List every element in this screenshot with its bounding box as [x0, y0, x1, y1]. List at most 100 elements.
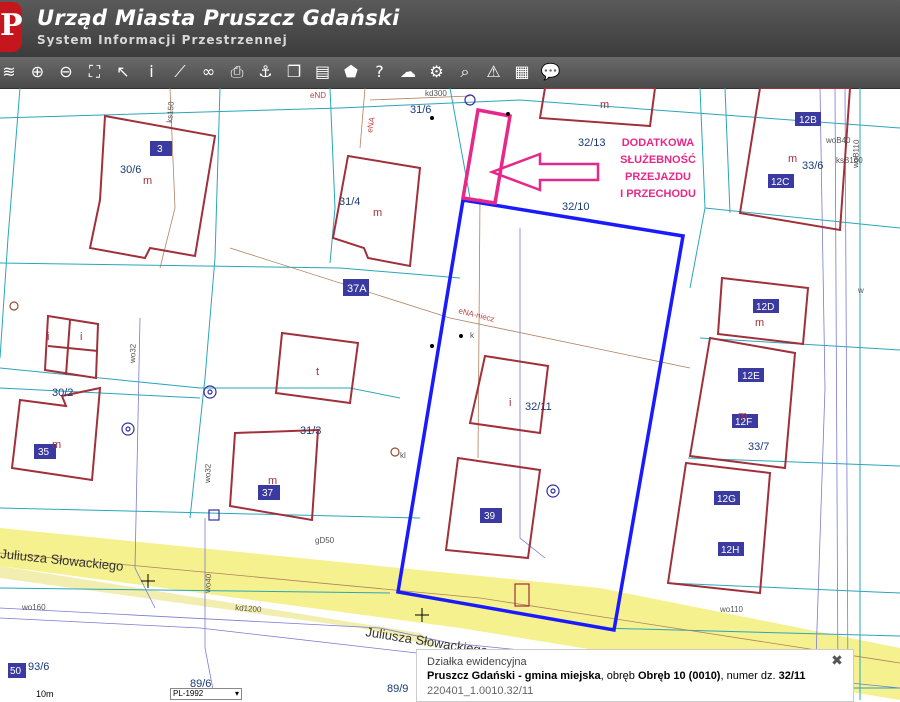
svg-text:kl: kl	[400, 451, 406, 460]
map-toolbar: ≋ ⊕ ⊖ ⛶ ↖ i ⟋ ∞ ⎙ ⚓ ❐ ▤ ⬟? ☁ ⚙ ⌕ ⚠ ▦ 💬	[0, 57, 900, 89]
svg-text:m: m	[373, 207, 382, 219]
svg-text:wo32: wo32	[128, 343, 138, 364]
svg-text:12H: 12H	[721, 545, 739, 556]
svg-text:33/6: 33/6	[802, 160, 823, 172]
info-panel-heading: Działka ewidencyjna	[427, 656, 527, 668]
svg-text:PRZEJAZDU: PRZEJAZDU	[625, 171, 691, 183]
svg-text:12D: 12D	[756, 302, 774, 313]
selected-parcel-32-11[interactable]	[395, 197, 686, 633]
select-pointer-icon[interactable]: ↖	[112, 61, 134, 83]
app-subtitle: System Informacji Przestrzennej	[37, 33, 288, 47]
svg-text:37: 37	[262, 488, 274, 499]
svg-text:m: m	[755, 317, 764, 329]
info-number-prefix: , numer dz.	[720, 670, 776, 682]
svg-text:ks150: ks150	[165, 101, 176, 124]
layout-icon[interactable]: ▤	[312, 61, 334, 83]
settings-icon[interactable]: ⚙	[426, 61, 448, 83]
info-icon[interactable]: i	[141, 61, 163, 83]
svg-text:kd1200: kd1200	[235, 603, 262, 614]
map-canvas[interactable]: Juliusza Słowackiego Juliusza Słowackieg…	[0, 88, 900, 700]
chevron-down-icon: ▾	[234, 689, 239, 698]
zoom-extent-icon[interactable]: ⛶	[84, 61, 106, 83]
svg-text:m: m	[52, 439, 61, 451]
svg-text:m: m	[268, 475, 277, 487]
print-icon[interactable]: ⎙	[226, 61, 248, 83]
zoom-in-icon[interactable]: ⊕	[27, 61, 49, 83]
svg-text:wo110: wo110	[719, 605, 744, 614]
info-parcel-number: 32/11	[778, 670, 806, 682]
servitude-strip[interactable]	[460, 107, 513, 205]
svg-text:i: i	[47, 331, 49, 343]
color-grid-icon[interactable]: ▦	[511, 61, 533, 83]
svg-text:woB110: woB110	[851, 139, 861, 169]
svg-text:50: 50	[10, 666, 22, 677]
scale-bar-label: 10m	[36, 689, 54, 699]
svg-text:30/2: 30/2	[52, 387, 73, 399]
svg-text:gD50: gD50	[315, 536, 335, 545]
svg-text:eNA: eNA	[365, 116, 377, 134]
svg-text:wo160: wo160	[21, 603, 46, 612]
svg-text:w: w	[857, 286, 864, 295]
servitude-annotation: DODATKOWA SŁUŻEBNOŚĆ PRZEJAZDU I PRZECHO…	[620, 137, 696, 200]
search-zoom-icon[interactable]: ⌕	[454, 61, 476, 83]
svg-text:m: m	[600, 99, 609, 111]
cloud-download-icon[interactable]: ☁	[397, 61, 419, 83]
svg-text:k: k	[470, 331, 475, 340]
svg-text:12E: 12E	[742, 371, 760, 382]
svg-text:I PRZECHODU: I PRZECHODU	[620, 188, 696, 200]
svg-text:m: m	[143, 175, 152, 187]
layers-icon[interactable]: ≋	[0, 61, 20, 83]
app-title: Urząd Miasta Pruszcz Gdański	[37, 6, 400, 30]
svg-text:12B: 12B	[799, 115, 817, 126]
svg-text:31/6: 31/6	[410, 104, 431, 116]
svg-text:DODATKOWA: DODATKOWA	[622, 137, 695, 149]
crs-select[interactable]: PL-1992 ▾	[170, 688, 242, 700]
svg-text:t: t	[316, 366, 319, 378]
city-logo-icon: P	[0, 2, 23, 52]
svg-text:32/13: 32/13	[578, 137, 606, 149]
svg-text:i: i	[509, 397, 511, 409]
info-panel-details: Pruszcz Gdański - gmina miejska, obręb O…	[427, 670, 806, 682]
link-icon[interactable]: ∞	[198, 61, 220, 83]
svg-text:32/10: 32/10	[562, 201, 590, 213]
crs-selected-value: PL-1992	[173, 689, 204, 698]
svg-text:i: i	[80, 331, 82, 343]
svg-text:SŁUŻEBNOŚĆ: SŁUŻEBNOŚĆ	[620, 153, 696, 166]
svg-text:wo32: wo32	[203, 463, 213, 484]
svg-text:eNA-niecz: eNA-niecz	[458, 306, 496, 324]
measure-icon[interactable]: ⟋	[169, 61, 191, 83]
info-precinct: Obręb 10 (0010)	[637, 670, 721, 682]
svg-text:93/6: 93/6	[28, 661, 49, 673]
utility-labels: eNA-niecz eND eNA ks150 kd300 ksB160 woB…	[21, 89, 864, 614]
svg-text:33/7: 33/7	[748, 441, 769, 453]
svg-text:31/4: 31/4	[339, 196, 360, 208]
anchor-icon[interactable]: ⚓	[255, 61, 277, 83]
comment-icon[interactable]: 💬	[540, 61, 562, 83]
svg-text:37A: 37A	[347, 283, 367, 295]
svg-text:3: 3	[157, 144, 163, 155]
info-precinct-prefix: , obręb	[600, 670, 638, 682]
svg-text:30/6: 30/6	[120, 164, 141, 176]
info-parcel-identifier: 220401_1.0010.32/11	[427, 685, 534, 697]
info-place: Pruszcz Gdański - gmina miejska	[427, 670, 601, 682]
svg-text:m: m	[738, 410, 747, 422]
svg-text:m: m	[788, 153, 797, 165]
svg-text:39: 39	[484, 511, 496, 522]
svg-text:89/9: 89/9	[387, 683, 408, 695]
warning-triangle-icon[interactable]: ⚠	[483, 61, 505, 83]
svg-text:woB40: woB40	[825, 136, 851, 145]
app-header: P Urząd Miasta Pruszcz Gdański System In…	[0, 0, 900, 57]
zoom-out-icon[interactable]: ⊖	[55, 61, 77, 83]
annotation-arrow	[488, 152, 600, 192]
svg-text:wo40: wo40	[203, 573, 213, 594]
close-icon[interactable]: ✖	[828, 651, 846, 669]
help-icon[interactable]: ?	[369, 61, 391, 83]
map-sheet-icon[interactable]: ⬟	[340, 61, 362, 83]
copy-icon[interactable]: ❐	[283, 61, 305, 83]
svg-text:35: 35	[38, 447, 50, 458]
svg-text:12G: 12G	[717, 494, 736, 505]
parcel-label-37a-badge: 37A	[343, 279, 369, 296]
svg-text:31/3: 31/3	[300, 425, 321, 437]
building-divider-2	[47, 345, 99, 352]
svg-text:32/11: 32/11	[525, 401, 552, 413]
